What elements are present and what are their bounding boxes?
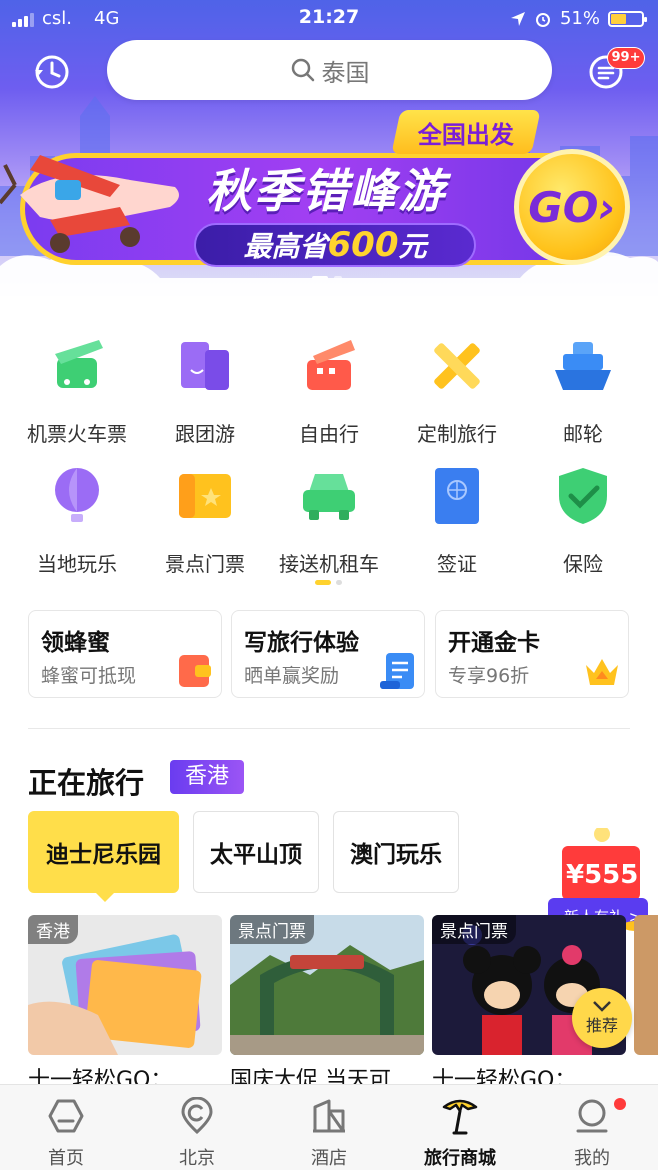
crown-icon (586, 659, 618, 685)
ticket-icon (179, 474, 231, 518)
category-label: 保险 (563, 552, 603, 576)
product-title[interactable]: 国庆大促 当天可 (230, 1066, 424, 1084)
hotel-building-icon (313, 1099, 345, 1133)
hero-banner[interactable]: csl. 4G 21:27 51% 泰国 99+ 全国出发 秋季错峰游 最高省 6… (0, 0, 658, 296)
promo-card-subtitle: 专享96折 (448, 665, 530, 687)
product-tag: 香港 (28, 915, 78, 944)
section-divider (28, 728, 630, 729)
section-title: 正在旅行 (28, 766, 145, 800)
promo-title: 秋季错峰游 (206, 164, 446, 218)
battery-percent: 51% (559, 8, 600, 29)
category-label: 定制旅行 (417, 422, 497, 446)
recommend-label: 推荐 (585, 1016, 618, 1035)
tab-travel-mall[interactable]: 旅行商城 (405, 1097, 515, 1170)
product-tag: 景点门票 (230, 915, 314, 944)
search-bar[interactable]: 泰国 (107, 40, 552, 100)
promo-card-travel-experience[interactable]: 写旅行体验 晒单赢奖励 (231, 610, 425, 698)
tab-beijing[interactable]: 北京 (142, 1096, 252, 1170)
tab-label: 酒店 (311, 1148, 347, 1169)
tab-home[interactable]: 首页 (11, 1097, 121, 1170)
battery-icon (608, 10, 647, 27)
location-arrow-icon (510, 11, 525, 26)
promo-card-gold-card[interactable]: 开通金卡 专享96折 (435, 610, 629, 698)
tab-label: 北京 (179, 1148, 215, 1169)
home-hexagon-icon (48, 1099, 84, 1133)
product-title[interactable]: 十一轻松GO： (432, 1066, 626, 1084)
palm-tree-icon (442, 1099, 478, 1135)
custom-tools-icon (434, 343, 480, 389)
category-label: 跟团游 (175, 422, 235, 446)
location-pin-icon (181, 1096, 213, 1135)
bottom-tab-bar: 首页 北京 酒店 旅行商城 我的 (0, 1084, 658, 1170)
promo-card-subtitle: 晒单赢奖励 (244, 665, 340, 687)
category-insurance[interactable]: 保险 (518, 466, 648, 577)
message-count-badge: 99+ (607, 47, 645, 69)
category-group-tour[interactable]: 跟团游 (140, 336, 270, 447)
recommend-button[interactable]: 推荐 (572, 988, 632, 1048)
go-button[interactable]: GO› (514, 149, 630, 265)
user-profile-icon (576, 1099, 608, 1133)
tab-hotel[interactable]: 酒店 (274, 1097, 384, 1170)
profile-notification-dot (614, 1098, 626, 1110)
promo-card-subtitle: 蜂蜜可抵现 (41, 665, 137, 687)
history-clock-icon[interactable] (32, 52, 72, 92)
chip-the-peak[interactable]: 太平山顶 (193, 811, 319, 893)
product-card-1[interactable]: 香港 (28, 915, 222, 1055)
free-travel-icon (307, 340, 355, 390)
product-card-2[interactable]: 景点门票 (230, 915, 424, 1055)
search-placeholder: 泰国 (321, 58, 370, 87)
category-local-fun[interactable]: 当地玩乐 (12, 466, 142, 577)
category-label: 邮轮 (563, 422, 603, 446)
new-user-amount: ¥555 (566, 860, 639, 890)
shield-check-icon (559, 468, 607, 524)
tab-profile[interactable]: 我的 (537, 1097, 647, 1170)
car-icon (303, 474, 355, 520)
category-label: 接送机租车 (279, 552, 379, 576)
banner-pager (312, 276, 342, 280)
category-transfer-car-rental[interactable]: 接送机租车 (264, 466, 394, 577)
category-attraction-tickets[interactable]: 景点门票 (140, 466, 270, 577)
category-cruise[interactable]: 邮轮 (518, 336, 648, 447)
tab-label: 旅行商城 (424, 1148, 496, 1169)
alarm-icon (535, 12, 550, 27)
promo-saving-pill: 最高省 600 元 (194, 223, 476, 267)
chevron-down-icon (593, 1001, 611, 1012)
search-icon (291, 58, 314, 82)
product-title[interactable]: 十一轻松GO： (28, 1066, 222, 1084)
promo-card-title: 开通金卡 (448, 630, 540, 656)
promo-card-title: 写旅行体验 (244, 630, 359, 656)
promo-tag: 全国出发 (391, 110, 541, 154)
airplane-illustration (0, 155, 179, 253)
balloon-icon (55, 468, 99, 522)
next-product-peek (634, 915, 658, 1055)
category-pager (315, 580, 342, 585)
wallet-icon (179, 655, 211, 687)
promo-card-title: 领蜂蜜 (41, 630, 110, 656)
promo-card-honey[interactable]: 领蜂蜜 蜂蜜可抵现 (28, 610, 222, 698)
chip-macau-fun[interactable]: 澳门玩乐 (333, 811, 459, 893)
category-flights-trains[interactable]: 机票火车票 (12, 336, 142, 447)
promo-banner[interactable]: 全国出发 秋季错峰游 最高省 600 元 GO› (0, 110, 650, 273)
chip-disneyland[interactable]: 迪士尼乐园 (28, 811, 179, 902)
group-flag-icon (181, 342, 229, 390)
category-label: 景点门票 (165, 552, 245, 576)
tab-label: 我的 (574, 1148, 610, 1169)
category-label: 自由行 (299, 422, 359, 446)
cruise-ship-icon (555, 342, 611, 390)
category-label: 当地玩乐 (37, 552, 117, 576)
category-free-travel[interactable]: 自由行 (264, 336, 394, 447)
category-visa[interactable]: 签证 (392, 466, 522, 577)
passport-icon (435, 468, 479, 524)
category-label: 签证 (437, 552, 477, 576)
category-custom-travel[interactable]: 定制旅行 (392, 336, 522, 447)
tab-label: 首页 (48, 1148, 84, 1169)
status-bar: csl. 4G 21:27 51% (0, 0, 658, 36)
document-icon (380, 653, 414, 689)
product-tag: 景点门票 (432, 915, 516, 944)
plane-train-icon (55, 340, 103, 388)
category-label: 机票火车票 (27, 422, 127, 446)
location-tag[interactable]: 香港 (170, 760, 244, 794)
